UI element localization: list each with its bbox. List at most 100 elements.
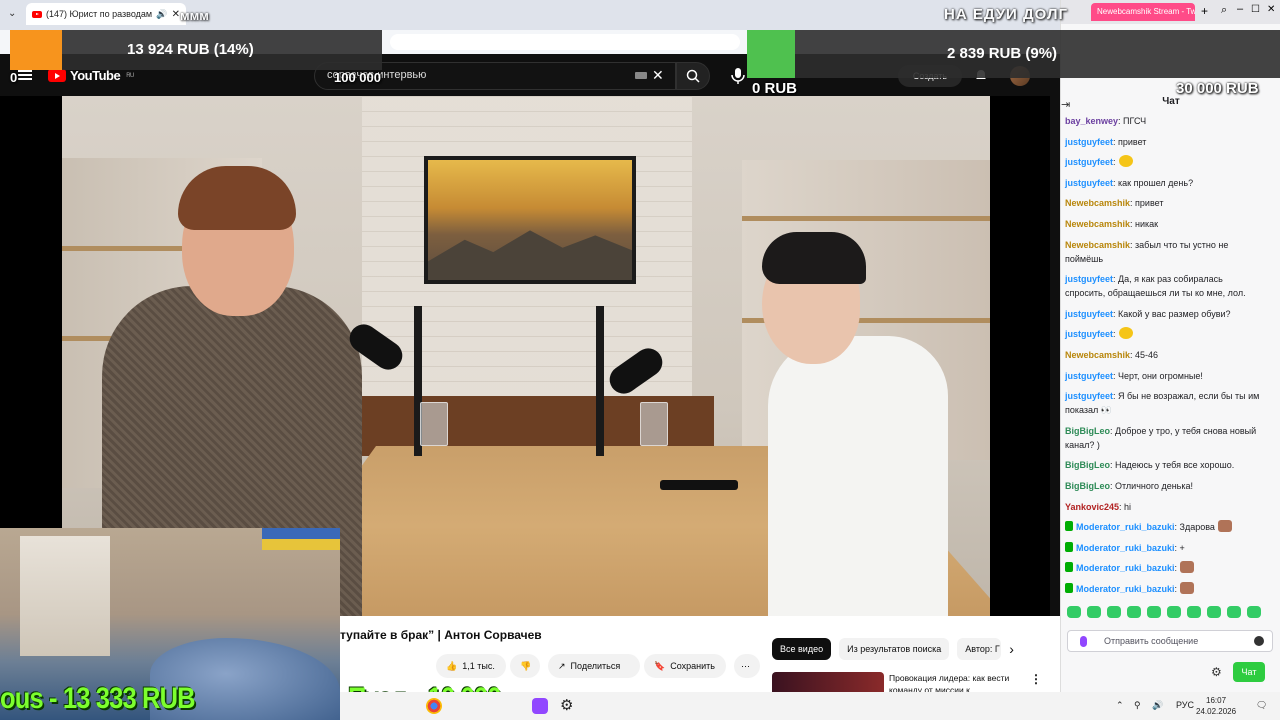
moderator-badge-icon: [1065, 562, 1073, 573]
chat-message: justguyfeet: Я бы не возражал, если бы т…: [1065, 389, 1261, 417]
share-button[interactable]: ↗ Поделиться: [548, 654, 640, 678]
emote-icon[interactable]: [1247, 606, 1261, 618]
chat-username[interactable]: Moderator_ruki_bazuki: [1076, 584, 1175, 594]
tab-list-chevron-icon[interactable]: ⌄: [8, 8, 16, 19]
share-label: Поделиться: [570, 661, 621, 671]
chrome-icon[interactable]: [426, 698, 442, 714]
window-close-icon[interactable]: ✕: [1267, 4, 1275, 15]
chat-text: : 45-46: [1130, 349, 1159, 360]
chat-username[interactable]: justguyfeet: [1065, 371, 1113, 381]
chat-text: : как прошел день?: [1113, 177, 1194, 188]
chat-username[interactable]: Newebcamshik: [1065, 198, 1130, 208]
new-tab-icon[interactable]: +: [1201, 4, 1208, 18]
minimize-icon[interactable]: –: [1237, 3, 1243, 15]
water-glass: [420, 402, 448, 446]
chat-settings-gear-icon[interactable]: ⚙: [1211, 665, 1222, 679]
chat-username[interactable]: justguyfeet: [1065, 329, 1113, 339]
notifications-icon[interactable]: 🗨: [1256, 700, 1267, 711]
youtube-logo[interactable]: YouTube RU: [48, 68, 134, 83]
url-field[interactable]: [390, 34, 740, 50]
shelf-board: [742, 216, 990, 221]
browser-tabstrip: ⌄ (147) Юрист по разводам... 🔊 ✕: [0, 0, 1060, 30]
chat-message: justguyfeet: привет: [1065, 135, 1261, 149]
filters-next-chevron-icon[interactable]: ›: [1009, 638, 1014, 660]
chat-message: justguyfeet: Да, я как раз собиралась сп…: [1065, 272, 1261, 300]
guest-hair: [762, 232, 866, 284]
chat-username[interactable]: Newebcamshik: [1065, 219, 1130, 229]
chat-username[interactable]: justguyfeet: [1065, 391, 1113, 401]
chat-emote-icon: [1180, 561, 1195, 574]
chat-username[interactable]: Moderator_ruki_bazuki: [1076, 522, 1175, 532]
search-button[interactable]: [676, 62, 710, 90]
chat-username[interactable]: bay_kenwey: [1065, 116, 1118, 126]
tray-chevron-icon[interactable]: ⌃: [1116, 700, 1124, 711]
chat-messages: bay_kenwey: ПГСЧ justguyfeet: привет justg…: [1065, 114, 1261, 602]
goal-left-start: 100 000: [334, 70, 381, 85]
chat-message: BigBigLeo: Отличного денька!: [1065, 479, 1261, 493]
emote-icon[interactable]: [1107, 606, 1121, 618]
more-actions-button[interactable]: ⋯: [734, 654, 760, 678]
chat-message-input[interactable]: Отправить сообщение: [1067, 630, 1273, 652]
stream-tab[interactable]: Newebcamshik Stream - Tw: [1091, 3, 1195, 21]
chat-username[interactable]: justguyfeet: [1065, 274, 1113, 284]
chat-username[interactable]: justguyfeet: [1065, 178, 1113, 188]
maximize-icon[interactable]: ☐: [1251, 4, 1260, 15]
search-tabs-icon[interactable]: ⌕: [1221, 4, 1227, 17]
system-clock[interactable]: 16:07 24.02.2026: [1196, 695, 1236, 717]
emote-icon[interactable]: [1067, 606, 1081, 618]
network-icon[interactable]: ⚲: [1134, 700, 1141, 711]
chat-text: :: [1113, 157, 1116, 168]
tab-close-icon[interactable]: ✕: [172, 9, 180, 20]
emote-icon[interactable]: [1227, 606, 1241, 618]
filter-all-videos[interactable]: Все видео: [772, 638, 832, 660]
dislike-button[interactable]: 👎: [510, 654, 540, 678]
screen: ⌄ (147) Юрист по разводам... 🔊 ✕ YouTube…: [0, 0, 1280, 720]
chat-username[interactable]: justguyfeet: [1065, 157, 1113, 167]
donation-goal-left: 13 924 RUB (14%): [10, 30, 382, 70]
browser-tab-youtube[interactable]: (147) Юрист по разводам... 🔊 ✕: [26, 3, 186, 25]
emote-icon[interactable]: [1187, 606, 1201, 618]
chat-text: : +: [1174, 542, 1185, 553]
emote-icon[interactable]: [1167, 606, 1181, 618]
chat-username[interactable]: Newebcamshik: [1065, 350, 1130, 360]
chat-title: Чат: [1162, 96, 1180, 107]
more-icon: ⋯: [741, 660, 750, 671]
keyboard-icon[interactable]: [635, 72, 647, 79]
chat-username[interactable]: BigBigLeo: [1065, 460, 1110, 470]
language-indicator[interactable]: РУС: [1176, 700, 1194, 710]
settings-gear-icon[interactable]: ⚙: [560, 696, 573, 714]
volume-icon[interactable]: 🔊: [1152, 700, 1163, 711]
chat-username[interactable]: Newebcamshik: [1065, 240, 1130, 250]
emote-icon[interactable]: [1087, 606, 1101, 618]
menu-icon[interactable]: [18, 70, 32, 80]
filter-author[interactable]: Автор: Г: [957, 638, 1002, 660]
chat-username[interactable]: BigBigLeo: [1065, 481, 1110, 491]
share-icon: ↗: [558, 660, 566, 671]
moderator-badge-icon: [1065, 541, 1073, 552]
chat-input-placeholder: Отправить сообщение: [1104, 636, 1199, 646]
emote-icon[interactable]: [1147, 606, 1161, 618]
chat-username[interactable]: justguyfeet: [1065, 309, 1113, 319]
chat-text: : hi: [1119, 501, 1132, 512]
clock-date: 24.02.2026: [1196, 707, 1237, 716]
emoji-picker-icon[interactable]: [1254, 636, 1264, 646]
chat-message: justguyfeet: Черт, они огромные!: [1065, 369, 1261, 383]
reco-more-icon[interactable]: ⋮: [1030, 672, 1042, 686]
chat-message: Moderator_ruki_bazuki:: [1065, 581, 1261, 596]
emote-icon[interactable]: [1127, 606, 1141, 618]
tab-audio-icon[interactable]: 🔊: [156, 9, 167, 20]
chat-username[interactable]: Yankovic245: [1065, 502, 1119, 512]
emote-icon[interactable]: [1207, 606, 1221, 618]
chat-username[interactable]: Moderator_ruki_bazuki: [1076, 543, 1175, 553]
save-button[interactable]: 🔖 Сохранить: [644, 654, 726, 678]
chat-username[interactable]: Moderator_ruki_bazuki: [1076, 563, 1175, 573]
chat-message: justguyfeet:: [1065, 327, 1261, 341]
app-icon[interactable]: [532, 698, 548, 714]
like-button[interactable]: 👍 1,1 тыс.: [436, 654, 506, 678]
clear-search-icon[interactable]: ✕: [652, 68, 664, 82]
chat-username[interactable]: BigBigLeo: [1065, 426, 1110, 436]
filter-from-search[interactable]: Из результатов поиска: [839, 638, 950, 660]
chat-username[interactable]: justguyfeet: [1065, 137, 1113, 147]
goal-left-progress-fill: [10, 30, 63, 70]
chat-send-button[interactable]: Чат: [1233, 662, 1265, 682]
